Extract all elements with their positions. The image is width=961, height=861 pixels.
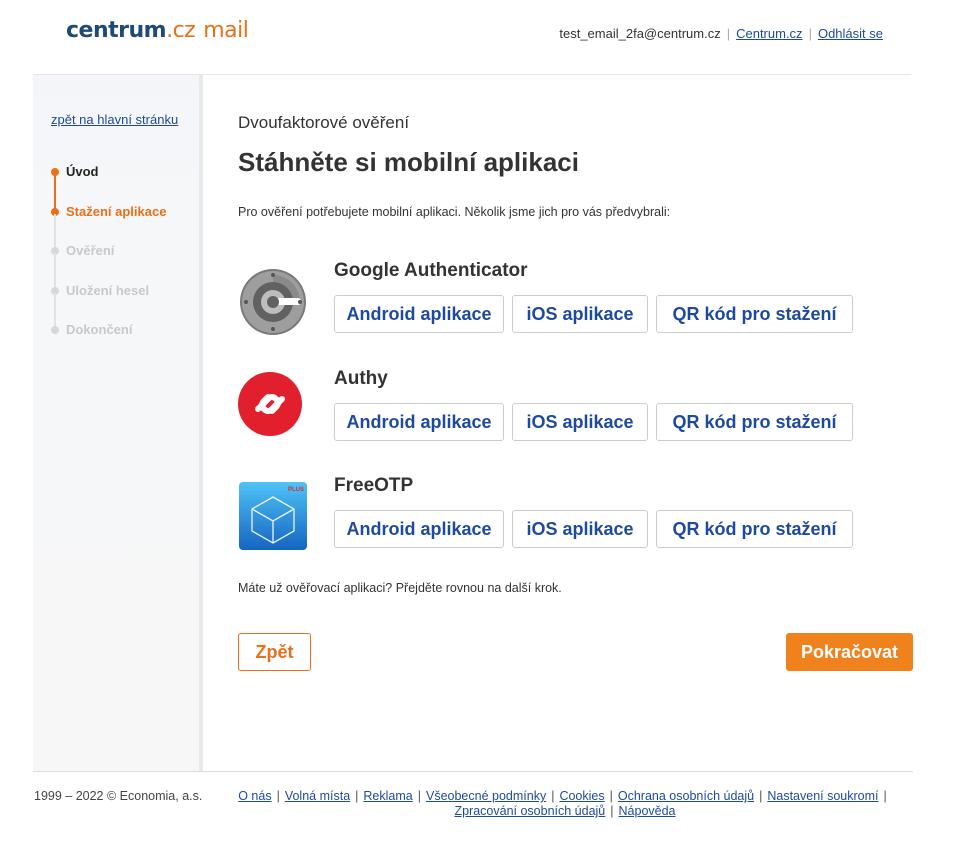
footer-link-ads[interactable]: Reklama [363, 789, 412, 803]
separator: | [726, 26, 731, 41]
android-app-button[interactable]: Android aplikace [334, 510, 504, 548]
separator: | [276, 789, 280, 803]
copyright: 1999 – 2022 © Economia, a.s. [34, 789, 203, 803]
qr-code-button[interactable]: QR kód pro stažení [656, 295, 853, 333]
step-save-passwords: Uložení hesel [51, 281, 166, 333]
intro-text: Pro ověření potřebujete mobilní aplikaci… [238, 205, 671, 219]
footer-links: O nás | Volná místa | Reklama | Všeobecné podm… [215, 789, 915, 819]
separator: | [551, 789, 555, 803]
download-buttons: Android aplikace iOS aplikace QR kód pro… [334, 510, 853, 548]
separator: | [759, 789, 763, 803]
ios-app-button[interactable]: iOS aplikace [512, 403, 648, 441]
freeotp-plus-badge: PLUS [287, 487, 304, 493]
app-freeotp: PLUS FreeOTP Android aplikace iOS aplika… [238, 475, 868, 575]
ios-app-button[interactable]: iOS aplikace [512, 510, 648, 548]
freeotp-icon: PLUS [238, 481, 308, 551]
logout-link[interactable]: Odhlásit se [818, 26, 883, 41]
qr-code-button[interactable]: QR kód pro stažení [656, 403, 853, 441]
qr-code-button[interactable]: QR kód pro stažení [656, 510, 853, 548]
logo-tld: .cz [166, 18, 196, 43]
footer-divider [33, 771, 913, 772]
step-dot [51, 326, 59, 334]
step-label: Uložení hesel [66, 282, 150, 298]
separator: | [417, 789, 421, 803]
footer-link-privacy[interactable]: Ochrana osobních údajů [618, 789, 754, 803]
android-app-button[interactable]: Android aplikace [334, 295, 504, 333]
footer-link-terms[interactable]: Všeobecné podmínky [426, 789, 546, 803]
android-app-button[interactable]: Android aplikace [334, 403, 504, 441]
centrum-mail-logo[interactable]: centrum.cz mail [66, 18, 249, 43]
ios-app-button[interactable]: iOS aplikace [512, 295, 648, 333]
back-button[interactable]: Zpět [238, 633, 311, 671]
download-buttons: Android aplikace iOS aplikace QR kód pro… [334, 295, 853, 333]
step-intro: Úvod [51, 162, 166, 214]
footer-link-privacy-settings[interactable]: Nastavení soukromí [767, 789, 878, 803]
progress-steps: Úvod Stažení aplikace Ověření Uložení he… [51, 162, 166, 360]
user-email: test_email_2fa@centrum.cz [559, 26, 721, 41]
footer-link-about[interactable]: O nás [238, 789, 271, 803]
app-google-authenticator: Google Authenticator Android aplikace iO… [238, 260, 868, 360]
back-to-main-link[interactable]: zpět na hlavní stránku [51, 112, 178, 127]
separator: | [355, 789, 359, 803]
page-subtitle: Dvoufaktorové ověření [238, 113, 410, 132]
skip-hint-text: Máte už ověřovací aplikaci? Přejděte rov… [238, 581, 562, 595]
app-authy: Authy Android aplikace iOS aplikace QR k… [238, 368, 868, 468]
download-buttons: Android aplikace iOS aplikace QR kód pro… [334, 403, 853, 441]
step-label: Ověření [66, 243, 115, 258]
header-user-bar: test_email_2fa@centrum.cz | Centrum.cz | Odh… [559, 26, 883, 41]
step-finish: Dokončení [51, 320, 166, 360]
separator: | [610, 804, 614, 818]
step-label: Stažení aplikace [66, 203, 167, 219]
footer-link-help[interactable]: Nápověda [619, 804, 676, 818]
logo-brand: centrum [66, 18, 167, 43]
app-name: FreeOTP [334, 475, 414, 496]
separator: | [883, 789, 887, 803]
app-name: Authy [334, 368, 388, 389]
sidebar-border [199, 75, 203, 771]
step-label: Dokončení [66, 322, 133, 337]
step-download-app: Stažení aplikace [51, 202, 167, 254]
separator: | [609, 789, 613, 803]
footer-link-cookies[interactable]: Cookies [559, 789, 604, 803]
logo-product: mail [203, 18, 249, 43]
step-label: Úvod [66, 164, 99, 179]
separator: | [808, 26, 812, 41]
continue-button[interactable]: Pokračovat [786, 633, 913, 671]
footer-link-data-processing[interactable]: Zpracování osobních údajů [454, 804, 605, 818]
google-authenticator-icon [238, 267, 308, 337]
footer-link-jobs[interactable]: Volná místa [285, 789, 350, 803]
centrum-link[interactable]: Centrum.cz [736, 26, 802, 41]
step-verification: Ověření [51, 241, 166, 293]
app-name: Google Authenticator [334, 260, 528, 281]
page-title: Stáhněte si mobilní aplikaci [238, 147, 579, 177]
authy-icon [238, 371, 308, 441]
